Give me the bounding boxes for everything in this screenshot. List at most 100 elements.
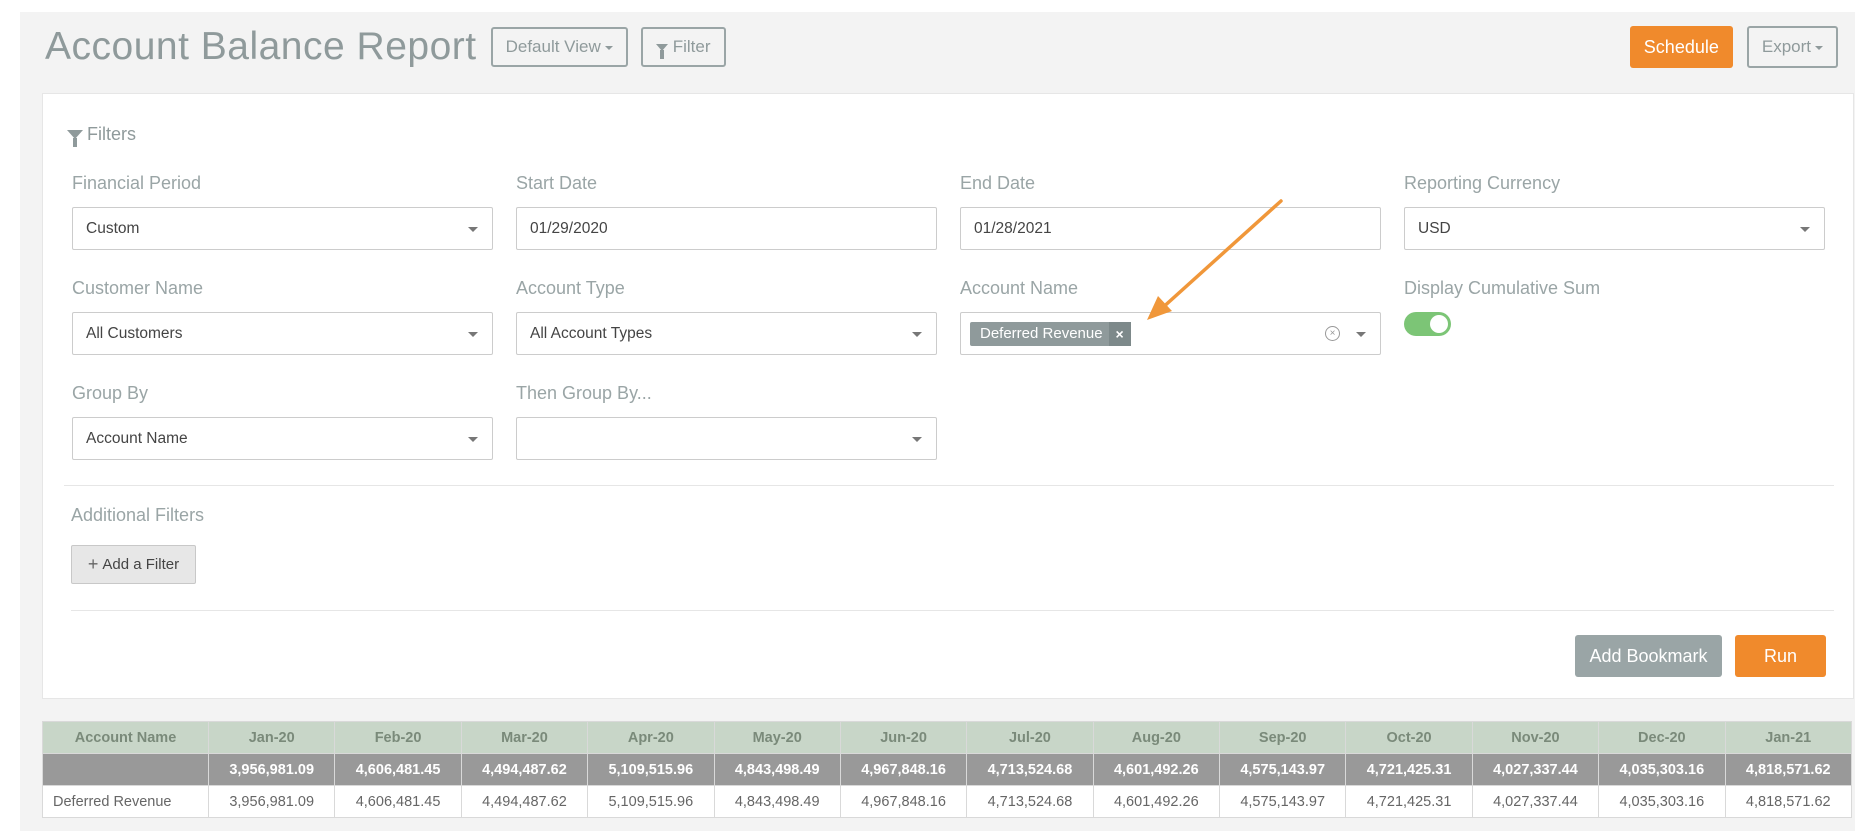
account-type-select[interactable]: All Account Types xyxy=(516,312,937,355)
column-header-month[interactable]: Oct-20 xyxy=(1345,721,1473,754)
clear-icon[interactable]: × xyxy=(1325,326,1340,341)
column-header-month[interactable]: Dec-20 xyxy=(1598,721,1726,754)
total-cell: 3,956,981.09 xyxy=(207,753,336,786)
column-header-month[interactable]: Jul-20 xyxy=(966,721,1094,754)
total-cell: 4,027,337.44 xyxy=(1471,753,1600,786)
divider xyxy=(64,485,1834,486)
filter-button-label: Filter xyxy=(672,37,711,56)
account-type-value: All Account Types xyxy=(530,324,653,342)
table-cell: 4,713,524.68 xyxy=(966,785,1094,818)
table-cell: 4,494,487.62 xyxy=(460,785,589,818)
financial-period-field: Financial Period Custom xyxy=(72,171,493,250)
table-cell: 4,843,498.49 xyxy=(713,785,841,818)
then-group-by-field: Then Group By... xyxy=(516,381,937,460)
column-header-month[interactable]: Feb-20 xyxy=(334,721,462,754)
total-cell: 4,967,848.16 xyxy=(839,753,968,786)
page-header: Account Balance Report Default View Filt… xyxy=(45,22,739,72)
run-button[interactable]: Run xyxy=(1735,635,1826,677)
column-header-month[interactable]: Mar-20 xyxy=(460,721,589,754)
column-header-month[interactable]: Jan-21 xyxy=(1724,721,1852,754)
financial-period-label: Financial Period xyxy=(72,173,202,193)
column-header-month[interactable]: Nov-20 xyxy=(1471,721,1600,754)
table-header-row: Account Name Jan-20 Feb-20 Mar-20 Apr-20 May-… xyxy=(42,721,1852,754)
caret-down-icon xyxy=(604,46,613,50)
table-row: Deferred Revenue 3,956,981.09 4,606,481.45… xyxy=(42,785,1852,818)
total-cell: 4,035,303.16 xyxy=(1598,753,1726,786)
total-cell: 4,818,571.62 xyxy=(1724,753,1852,786)
account-name-field: Account Name Deferred Revenue × × xyxy=(960,276,1381,355)
column-header-account-name[interactable]: Account Name xyxy=(42,721,209,754)
add-bookmark-button[interactable]: Add Bookmark xyxy=(1575,635,1722,677)
divider xyxy=(71,610,1834,611)
add-filter-label: Add a Filter xyxy=(102,556,180,573)
funnel-icon xyxy=(655,43,668,59)
total-cell: 5,109,515.96 xyxy=(587,753,715,786)
cumulative-sum-toggle[interactable] xyxy=(1404,312,1451,336)
account-type-label: Account Type xyxy=(516,278,625,298)
reporting-currency-select[interactable]: USD xyxy=(1404,207,1825,250)
group-by-select[interactable]: Account Name xyxy=(72,417,493,460)
account-name-tag: Deferred Revenue × xyxy=(970,321,1131,346)
schedule-button[interactable]: Schedule xyxy=(1629,26,1733,68)
account-name-link[interactable]: Deferred Revenue xyxy=(42,785,209,818)
chevron-down-icon xyxy=(468,437,478,442)
cumulative-sum-field: Display Cumulative Sum xyxy=(1404,276,1825,336)
account-type-field: Account Type All Account Types xyxy=(516,276,937,355)
financial-period-value: Custom xyxy=(86,219,140,237)
chevron-down-icon xyxy=(468,332,478,337)
total-cell: 4,494,487.62 xyxy=(460,753,589,786)
additional-filters-label: Additional Filters xyxy=(71,505,205,525)
end-date-input[interactable]: 01/28/2021 xyxy=(960,207,1381,250)
plus-icon: + xyxy=(87,554,99,574)
column-header-month[interactable]: May-20 xyxy=(713,721,841,754)
total-cell: 4,575,143.97 xyxy=(1218,753,1347,786)
remove-tag-icon[interactable]: × xyxy=(1108,321,1131,346)
group-by-label: Group By xyxy=(72,383,149,403)
table-cell: 5,109,515.96 xyxy=(587,785,715,818)
column-header-month[interactable]: Jun-20 xyxy=(839,721,968,754)
then-group-by-select[interactable] xyxy=(516,417,937,460)
table-cell: 4,967,848.16 xyxy=(839,785,968,818)
default-view-dropdown[interactable]: Default View xyxy=(490,27,628,67)
end-date-field: End Date 01/28/2021 xyxy=(960,171,1381,250)
column-header-month[interactable]: Sep-20 xyxy=(1218,721,1347,754)
table-cell: 4,818,571.62 xyxy=(1724,785,1852,818)
caret-down-icon xyxy=(1815,46,1823,50)
customer-name-select[interactable]: All Customers xyxy=(72,312,493,355)
start-date-value: 01/29/2020 xyxy=(530,219,608,237)
reporting-currency-value: USD xyxy=(1418,219,1451,237)
table-body: 3,956,981.09 4,606,481.45 4,494,487.62 5,10… xyxy=(42,753,1852,818)
account-name-tag-label: Deferred Revenue xyxy=(980,325,1103,342)
column-header-month[interactable]: Apr-20 xyxy=(587,721,715,754)
chevron-down-icon xyxy=(1356,332,1366,337)
column-header-month[interactable]: Aug-20 xyxy=(1092,721,1221,754)
add-filter-button[interactable]: + Add a Filter xyxy=(71,545,196,584)
default-view-label: Default View xyxy=(505,37,601,56)
total-cell: 4,606,481.45 xyxy=(334,753,462,786)
filter-button[interactable]: Filter xyxy=(640,27,726,67)
table-cell: 4,575,143.97 xyxy=(1218,785,1347,818)
filters-section-title: Filters xyxy=(67,124,136,147)
page-title: Account Balance Report xyxy=(45,25,477,68)
table-cell: 4,027,337.44 xyxy=(1471,785,1600,818)
cumulative-sum-label: Display Cumulative Sum xyxy=(1404,278,1601,298)
total-cell: 4,601,492.26 xyxy=(1092,753,1221,786)
chevron-down-icon xyxy=(912,332,922,337)
start-date-input[interactable]: 01/29/2020 xyxy=(516,207,937,250)
header-actions: Schedule Export xyxy=(1629,26,1838,68)
chevron-down-icon xyxy=(468,227,478,232)
account-name-label: Account Name xyxy=(960,278,1079,298)
reporting-currency-label: Reporting Currency xyxy=(1404,173,1561,193)
customer-name-label: Customer Name xyxy=(72,278,204,298)
chevron-down-icon xyxy=(1800,227,1810,232)
then-group-by-label: Then Group By... xyxy=(516,383,652,403)
table-cell: 4,601,492.26 xyxy=(1092,785,1221,818)
financial-period-select[interactable]: Custom xyxy=(72,207,493,250)
column-header-month[interactable]: Jan-20 xyxy=(207,721,336,754)
filters-title-text: Filters xyxy=(87,124,136,144)
account-name-multiselect[interactable]: Deferred Revenue × × xyxy=(960,312,1381,355)
total-cell: 4,713,524.68 xyxy=(966,753,1094,786)
start-date-label: Start Date xyxy=(516,173,598,193)
export-dropdown[interactable]: Export xyxy=(1746,26,1838,68)
group-by-value: Account Name xyxy=(86,429,188,447)
